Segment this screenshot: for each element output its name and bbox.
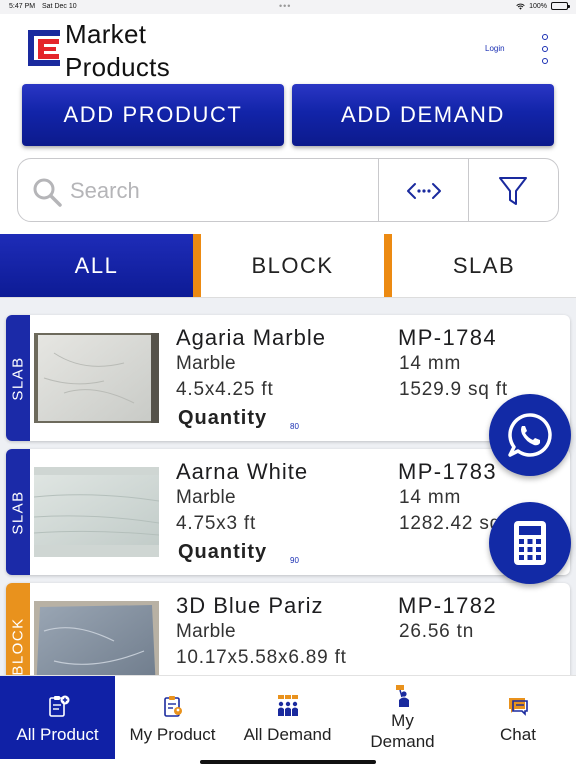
login-link[interactable]: Login [485, 44, 505, 53]
wifi-icon [516, 3, 525, 10]
product-category: Marble [176, 353, 236, 374]
nav-chat[interactable]: Chat [460, 676, 576, 759]
add-demand-button[interactable]: ADD DEMAND [292, 84, 554, 146]
search-divider [378, 159, 379, 221]
tab-separator [193, 234, 201, 297]
app-header: Market Products Login [0, 14, 576, 84]
nav-all-demand[interactable]: All Demand [230, 676, 345, 759]
nav-label: Chat [500, 725, 536, 744]
search-input[interactable] [70, 175, 370, 207]
multitask-dots: ••• [279, 1, 292, 11]
person-demand-icon [395, 685, 409, 707]
nav-my-product[interactable]: My Product [115, 676, 230, 759]
product-image [34, 333, 159, 423]
product-type-label: SLAB [9, 489, 27, 535]
filter-icon[interactable] [498, 175, 528, 207]
calculator-icon [514, 521, 546, 565]
product-category: Marble [176, 621, 236, 642]
product-type-label: BLOCK [9, 616, 27, 675]
search-divider [468, 159, 469, 221]
app-screen: 5:47 PM Sat Dec 10 ••• 100% Market Produ… [0, 0, 576, 768]
product-card[interactable]: SLAB Agaria Marble Marble 4.5x4.25 ft Qu… [6, 315, 570, 441]
quantity-label: Quantity [178, 541, 268, 563]
product-weight: 26.56 tn [399, 621, 475, 642]
code-view-icon[interactable] [406, 178, 442, 204]
whatsapp-button[interactable] [489, 394, 571, 476]
chat-icon [509, 698, 528, 716]
brand-line-1: Market [65, 19, 147, 49]
status-right: 100% [516, 2, 570, 10]
bottom-navigation: All Product My Product All Demand My Dem… [0, 675, 576, 768]
product-area: 1529.9 sq ft [399, 379, 508, 400]
quantity-value: 90 [290, 556, 299, 565]
nav-label: My Product [129, 725, 216, 744]
search-bar [17, 158, 559, 222]
product-thickness: 14 mm [399, 487, 462, 508]
nav-label: My Demand [370, 711, 435, 751]
people-demand-icon [277, 695, 298, 716]
product-name: Agaria Marble [176, 325, 326, 350]
brand-title: Market Products [65, 18, 170, 84]
product-image [34, 601, 159, 675]
product-code: MP-1782 [398, 593, 498, 618]
product-dimensions: 10.17x5.58x6.89 ft [176, 647, 347, 668]
battery-percent: 100% [529, 2, 547, 10]
whatsapp-icon [508, 413, 552, 457]
product-card[interactable]: SLAB Aarna White Marble 4.75x3 ft Quanti… [6, 449, 570, 575]
add-product-button[interactable]: ADD PRODUCT [22, 84, 284, 146]
status-time: 5:47 PM [9, 3, 36, 10]
product-code: MP-1784 [398, 325, 498, 350]
nav-all-product[interactable]: All Product [0, 676, 115, 759]
tab-all[interactable]: ALL [0, 234, 193, 297]
battery-icon [551, 2, 570, 10]
product-list[interactable]: SLAB Agaria Marble Marble 4.5x4.25 ft Qu… [0, 298, 576, 675]
product-card[interactable]: BLOCK 3D Blue Pariz Marble 10.17x5.58x6.… [6, 583, 570, 675]
calculator-button[interactable] [489, 502, 571, 584]
product-image [34, 467, 159, 557]
home-indicator [200, 760, 376, 764]
status-date: Sat Dec 10 [42, 3, 77, 10]
product-name: 3D Blue Pariz [176, 593, 324, 618]
category-tabs: ALL BLOCK SLAB [0, 234, 576, 298]
tab-slab[interactable]: SLAB [392, 234, 576, 297]
product-thickness: 14 mm [399, 353, 462, 374]
brand-line-2: Products [65, 52, 171, 82]
market-products-logo [26, 28, 62, 68]
product-category: Marble [176, 487, 236, 508]
quantity-value: 80 [290, 422, 299, 431]
clipboard-add-icon [48, 695, 69, 717]
product-code: MP-1783 [398, 459, 498, 484]
nav-label: All Demand [243, 725, 332, 744]
product-type-label: SLAB [9, 355, 27, 401]
quantity-label: Quantity [178, 407, 268, 429]
nav-label: All Product [16, 725, 99, 744]
product-name: Aarna White [176, 459, 309, 484]
status-bar: 5:47 PM Sat Dec 10 ••• 100% [0, 0, 576, 14]
search-icon [33, 178, 62, 207]
product-dimensions: 4.5x4.25 ft [176, 379, 274, 400]
more-menu-icon[interactable] [540, 34, 550, 64]
nav-my-demand[interactable]: My Demand [345, 676, 460, 759]
product-dimensions: 4.75x3 ft [176, 513, 257, 534]
tab-separator [384, 234, 392, 297]
clipboard-user-icon [163, 696, 182, 717]
tab-block[interactable]: BLOCK [201, 234, 384, 297]
